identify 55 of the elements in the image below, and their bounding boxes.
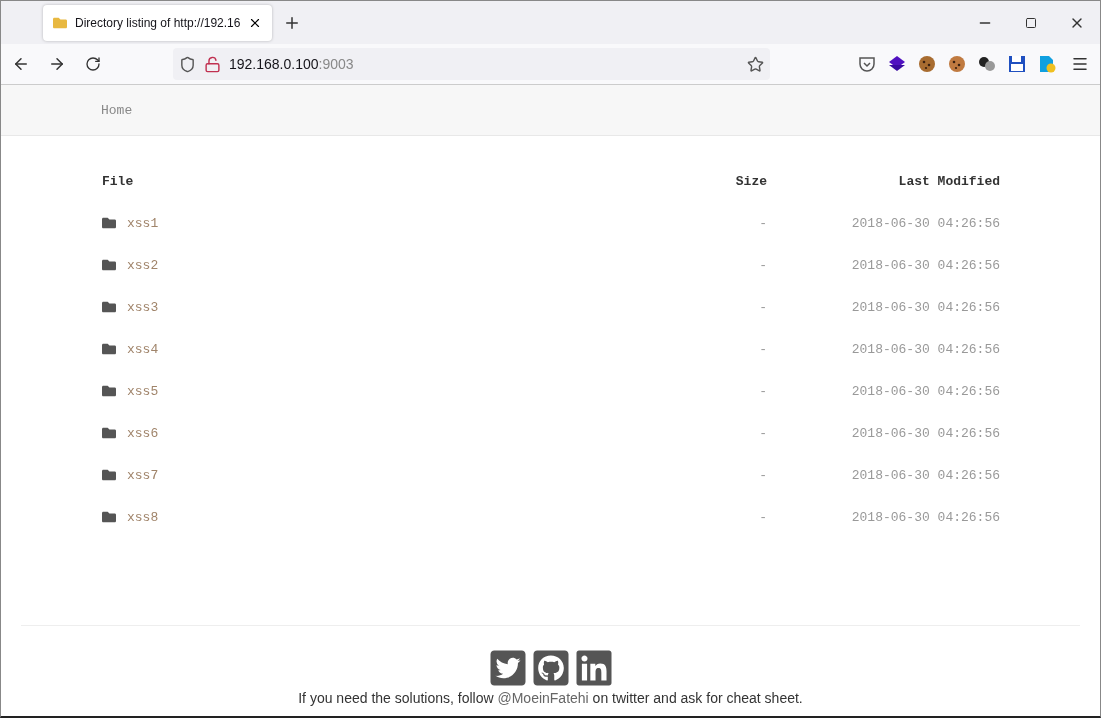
reload-icon[interactable] — [85, 56, 101, 72]
forward-arrow-icon[interactable] — [48, 55, 66, 73]
modified-cell-text: 2018-06-30 04:26:56 — [850, 215, 1000, 231]
twitter-handle-link[interactable]: @MoeinFatehi — [497, 690, 589, 706]
folder-link[interactable]: xss2 — [127, 257, 159, 273]
browser-tab[interactable]: Directory listing of http://192.16 — [43, 4, 273, 41]
shield-icon[interactable] — [179, 55, 196, 73]
tab-title: Directory listing of http://192.16 — [75, 15, 241, 30]
folder-icon — [102, 384, 116, 398]
bookmark-star-icon[interactable] — [747, 55, 764, 73]
modified-cell-text: 2018-06-30 04:26:56 — [850, 341, 1000, 357]
unlock-icon[interactable] — [204, 55, 221, 73]
modified-cell-text: 2018-06-30 04:26:56 — [850, 509, 1000, 525]
folder-icon — [102, 300, 116, 314]
modified-cell-text: 2018-06-30 04:26:56 — [850, 383, 1000, 399]
folder-icon — [102, 216, 116, 230]
folder-link[interactable]: xss4 — [127, 341, 159, 357]
spheres-icon[interactable] — [978, 55, 996, 73]
url-text: 192.168.0.100:9003 — [229, 56, 355, 72]
folder-icon — [102, 468, 116, 482]
size-cell-text: - — [758, 509, 767, 525]
folder-link[interactable]: xss5 — [127, 383, 159, 399]
folder-link[interactable]: xss3 — [127, 299, 159, 315]
folder-icon — [102, 426, 116, 440]
folder-link[interactable]: xss6 — [127, 425, 159, 441]
cookie-icon[interactable] — [918, 55, 936, 73]
column-header: Last Modified — [897, 173, 1000, 189]
folder-link[interactable]: xss1 — [127, 215, 159, 231]
folder-icon — [102, 342, 116, 356]
modified-cell-text: 2018-06-30 04:26:56 — [850, 467, 1000, 483]
folder-link[interactable]: xss8 — [127, 509, 159, 525]
size-cell-text: - — [758, 215, 767, 231]
modified-cell-text: 2018-06-30 04:26:56 — [850, 257, 1000, 273]
column-header: Size — [734, 173, 767, 189]
breadcrumb-link[interactable]: Home — [101, 102, 133, 118]
footer-note: If you need the solutions, follow @MoeinFatehi on twitter and ask for cheat sheet. — [298, 690, 803, 706]
size-cell-text: - — [758, 425, 767, 441]
modified-cell-text: 2018-06-30 04:26:56 — [850, 299, 1000, 315]
maximize-icon[interactable] — [1025, 16, 1037, 29]
size-cell-text: - — [758, 383, 767, 399]
folder-icon — [53, 15, 67, 30]
layers-icon[interactable] — [888, 55, 906, 73]
folder-link[interactable]: xss7 — [127, 467, 159, 483]
size-cell-text: - — [758, 257, 767, 273]
menu-icon[interactable] — [1071, 55, 1089, 73]
size-cell-text: - — [758, 341, 767, 357]
column-header: File — [102, 173, 135, 189]
folder-icon — [102, 258, 116, 272]
cookie-icon[interactable] — [948, 55, 966, 73]
address-bar[interactable]: 192.168.0.100:9003 — [173, 48, 770, 80]
pocket-icon[interactable] — [858, 55, 876, 73]
size-cell-text: - — [758, 299, 767, 315]
modified-cell-text: 2018-06-30 04:26:56 — [850, 425, 1000, 441]
size-cell-text: - — [758, 467, 767, 483]
folder-icon — [102, 510, 116, 524]
